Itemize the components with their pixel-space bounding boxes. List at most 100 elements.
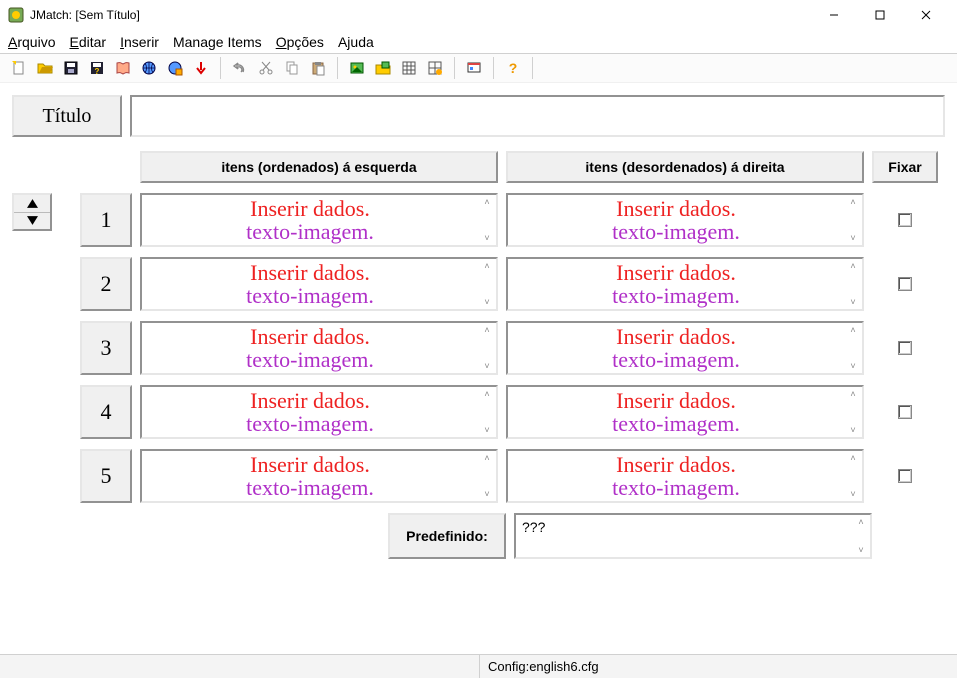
spinner-up-icon[interactable] [14, 195, 50, 213]
cell-line2: texto-imagem. [246, 220, 374, 243]
cell-line2: texto-imagem. [246, 476, 374, 499]
fix-checkbox[interactable] [898, 341, 912, 355]
scroll-up-icon[interactable]: ˄ [858, 517, 863, 527]
minimize-button[interactable] [811, 0, 857, 30]
grid-2-icon[interactable] [423, 56, 447, 80]
cell-scrollbar[interactable]: ˄˅ [844, 323, 862, 373]
cell-line1: Inserir dados. [616, 261, 736, 284]
scroll-down-icon[interactable]: ˅ [484, 489, 489, 499]
grid-1-icon[interactable] [397, 56, 421, 80]
menu-arquivo[interactable]: Arquivo [8, 34, 55, 50]
undo-icon[interactable] [228, 56, 252, 80]
row-number-button[interactable]: 2 [80, 257, 132, 311]
menu-manage-items[interactable]: Manage Items [173, 34, 262, 50]
left-item-cell[interactable]: Inserir dados.texto-imagem. ˄˅ [140, 449, 498, 503]
scroll-up-icon[interactable]: ˄ [484, 261, 489, 271]
copy-icon[interactable] [280, 56, 304, 80]
row-number-button[interactable]: 5 [80, 449, 132, 503]
spinner-down-icon[interactable] [14, 213, 50, 230]
left-item-cell[interactable]: Inserir dados.texto-imagem. ˄˅ [140, 257, 498, 311]
titulo-input[interactable] [130, 95, 945, 137]
menu-inserir[interactable]: Inserir [120, 34, 159, 50]
cell-line1: Inserir dados. [250, 261, 370, 284]
left-item-cell[interactable]: Inserir dados.texto-imagem. ˄˅ [140, 385, 498, 439]
scroll-up-icon[interactable]: ˄ [850, 389, 855, 399]
titulo-button[interactable]: Título [12, 95, 122, 137]
export-web-1-icon[interactable] [137, 56, 161, 80]
toolbar-separator-4 [493, 57, 494, 79]
cell-scrollbar[interactable]: ˄˅ [478, 323, 496, 373]
cell-scrollbar[interactable]: ˄˅ [478, 259, 496, 309]
scroll-down-icon[interactable]: ˅ [850, 361, 855, 371]
scroll-down-icon[interactable]: ˅ [484, 297, 489, 307]
header-left-items[interactable]: itens (ordenados) á esquerda [140, 151, 498, 183]
row-order-spinner[interactable] [12, 193, 52, 231]
row-number-button[interactable]: 1 [80, 193, 132, 247]
scroll-up-icon[interactable]: ˄ [850, 197, 855, 207]
cut-icon[interactable] [254, 56, 278, 80]
scroll-down-icon[interactable]: ˅ [484, 233, 489, 243]
left-item-cell[interactable]: Inserir dados.texto-imagem. ˄˅ [140, 193, 498, 247]
header-fixar[interactable]: Fixar [872, 151, 938, 183]
scroll-down-icon[interactable]: ˅ [850, 233, 855, 243]
book-icon[interactable] [111, 56, 135, 80]
save-as-icon[interactable]: ? [85, 56, 109, 80]
save-icon[interactable] [59, 56, 83, 80]
right-item-cell[interactable]: Inserir dados.texto-imagem. ˄˅ [506, 257, 864, 311]
open-folder-icon[interactable] [33, 56, 57, 80]
scroll-up-icon[interactable]: ˄ [484, 325, 489, 335]
cell-scrollbar[interactable]: ˄˅ [852, 515, 870, 557]
menu-opcoes[interactable]: Opções [276, 34, 324, 50]
toolbar-separator-5 [532, 57, 533, 79]
fix-checkbox[interactable] [898, 405, 912, 419]
row-number-button[interactable]: 4 [80, 385, 132, 439]
close-button[interactable] [903, 0, 949, 30]
cell-scrollbar[interactable]: ˄˅ [844, 195, 862, 245]
main-panel: Título itens (ordenados) á esquerda iten… [0, 83, 957, 563]
cell-scrollbar[interactable]: ˄˅ [844, 259, 862, 309]
header-right-items[interactable]: itens (desordenados) á direita [506, 151, 864, 183]
cell-scrollbar[interactable]: ˄˅ [844, 387, 862, 437]
fix-checkbox[interactable] [898, 213, 912, 227]
scroll-up-icon[interactable]: ˄ [850, 325, 855, 335]
maximize-button[interactable] [857, 0, 903, 30]
image-icon[interactable] [345, 56, 369, 80]
scroll-down-icon[interactable]: ˅ [484, 425, 489, 435]
menu-ajuda[interactable]: Ajuda [338, 34, 374, 50]
toolbar-separator [220, 57, 221, 79]
scroll-up-icon[interactable]: ˄ [484, 389, 489, 399]
row-number-button[interactable]: 3 [80, 321, 132, 375]
scroll-up-icon[interactable]: ˄ [850, 261, 855, 271]
item-row: 5 Inserir dados.texto-imagem. ˄˅ Inserir… [80, 449, 945, 503]
cell-scrollbar[interactable]: ˄˅ [844, 451, 862, 501]
export-web-2-icon[interactable] [163, 56, 187, 80]
predefinido-input[interactable]: ??? ˄˅ [514, 513, 872, 559]
scroll-up-icon[interactable]: ˄ [484, 453, 489, 463]
cell-scrollbar[interactable]: ˄˅ [478, 451, 496, 501]
predefinido-button[interactable]: Predefinido: [388, 513, 506, 559]
preview-icon[interactable] [462, 56, 486, 80]
scroll-down-icon[interactable]: ˅ [850, 489, 855, 499]
fix-checkbox[interactable] [898, 277, 912, 291]
cell-scrollbar[interactable]: ˄˅ [478, 387, 496, 437]
scroll-up-icon[interactable]: ˄ [484, 197, 489, 207]
new-file-icon[interactable] [7, 56, 31, 80]
right-item-cell[interactable]: Inserir dados.texto-imagem. ˄˅ [506, 449, 864, 503]
right-item-cell[interactable]: Inserir dados.texto-imagem. ˄˅ [506, 385, 864, 439]
scroll-down-icon[interactable]: ˅ [484, 361, 489, 371]
scroll-down-icon[interactable]: ˅ [850, 297, 855, 307]
image-folder-icon[interactable] [371, 56, 395, 80]
right-item-cell[interactable]: Inserir dados.texto-imagem. ˄˅ [506, 193, 864, 247]
paste-icon[interactable] [306, 56, 330, 80]
scroll-down-icon[interactable]: ˅ [850, 425, 855, 435]
left-item-cell[interactable]: Inserir dados.texto-imagem. ˄˅ [140, 321, 498, 375]
scroll-up-icon[interactable]: ˄ [850, 453, 855, 463]
scroll-down-icon[interactable]: ˅ [858, 545, 863, 555]
cell-scrollbar[interactable]: ˄˅ [478, 195, 496, 245]
right-item-cell[interactable]: Inserir dados.texto-imagem. ˄˅ [506, 321, 864, 375]
red-arrow-down-icon[interactable] [189, 56, 213, 80]
cell-line2: texto-imagem. [612, 220, 740, 243]
help-icon[interactable]: ? [501, 56, 525, 80]
fix-checkbox[interactable] [898, 469, 912, 483]
menu-editar[interactable]: Editar [69, 34, 106, 50]
